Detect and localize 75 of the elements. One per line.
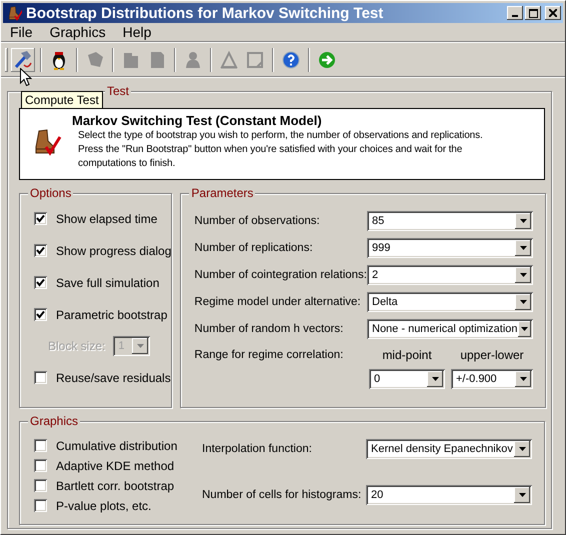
checkbox-label: Reuse/save residuals (56, 370, 171, 384)
field-label: Number of cointegration relations: (194, 269, 367, 281)
field-label: Number of cells for histograms: (202, 489, 362, 501)
field-caption: mid-point (382, 348, 432, 362)
checkbox[interactable] (34, 371, 47, 384)
checkbox-label: Cumulative distribution (56, 438, 178, 452)
checkbox-label: Bartlett corr. bootstrap (56, 478, 174, 492)
triangle-icon (218, 49, 240, 71)
checkbox[interactable] (34, 479, 47, 492)
dropdown[interactable]: +/-0.900 (451, 369, 533, 389)
group-title: Graphics (28, 414, 80, 428)
dropdown-arrow-icon (520, 246, 526, 250)
dropdown-arrow-icon (432, 377, 438, 381)
page-icon (244, 49, 266, 71)
dropdown-arrow-icon (520, 219, 526, 223)
maximize-icon (528, 8, 538, 18)
close-button[interactable] (545, 6, 561, 20)
dropdown-arrow-icon (520, 273, 526, 277)
dropdown[interactable]: Delta (367, 292, 533, 312)
dropdown-arrow-icon (520, 300, 526, 304)
help-icon (280, 49, 302, 71)
hammer-icon (12, 49, 34, 71)
checkbox[interactable] (34, 308, 47, 321)
menu-item[interactable]: File (4, 24, 42, 40)
menu-item[interactable]: Graphics (42, 24, 115, 40)
checkbox-label: Adaptive KDE method (56, 458, 174, 472)
field-label: Interpolation function: (202, 443, 312, 455)
field-label: Regime model under alternative: (194, 296, 361, 308)
field-label: Number of random h vectors: (194, 323, 344, 335)
checkbox[interactable] (34, 499, 47, 512)
checkbox-label: Save full simulation (56, 276, 160, 290)
field-label: Range for regime correlation: (194, 348, 344, 363)
dropdown[interactable]: 20 (366, 485, 532, 505)
check-icon (36, 278, 45, 287)
dropdown-arrow-icon (518, 493, 526, 497)
dropdown-arrow-icon (520, 377, 526, 381)
window-title: Bootstrap Distributions for Markov Switching Test (26, 4, 384, 22)
header-title: Markov Switching Test (Constant Model) (72, 113, 323, 129)
dropdown[interactable]: None - numerical optimization (367, 319, 533, 339)
dropdown[interactable]: 999 (367, 238, 533, 258)
boot-icon (6, 5, 22, 21)
field-caption: upper-lower (460, 348, 524, 362)
field-label: Number of replications: (194, 242, 313, 254)
toolbar-button[interactable] (11, 48, 35, 72)
checkbox[interactable] (34, 276, 47, 289)
checkbox[interactable] (34, 439, 47, 452)
dropdown[interactable]: 85 (367, 211, 533, 231)
description: Select the type of bootstrap you wish to perform, the number of observations and replications. Press the "Run Bootstrap" button when you're satisfied with your choices and wait for the computations to finish. (77, 129, 483, 171)
minimize-button[interactable] (507, 6, 523, 20)
group-title: Options (28, 186, 74, 200)
field-label: Number of observations: (194, 215, 320, 227)
checkbox[interactable] (34, 212, 47, 225)
maximize-button[interactable] (525, 6, 541, 20)
check-icon (36, 246, 45, 255)
check-icon (36, 310, 45, 319)
dropdown-arrow-icon (520, 327, 528, 331)
tooltip: Compute Test (21, 91, 103, 109)
checkbox[interactable] (34, 244, 47, 257)
group-title: Test (105, 84, 132, 98)
dropdown[interactable]: Kernel density Epanechnikov (366, 439, 532, 459)
checkbox-label: P-value plots, etc. (56, 498, 152, 512)
check-icon (36, 214, 45, 223)
cursor-icon (20, 68, 32, 87)
toolbar-grip (5, 48, 8, 72)
checkbox-label: Parametric bootstrap (56, 308, 168, 322)
checkbox-label: Show progress dialog (56, 244, 172, 258)
menu-item[interactable]: Help (114, 24, 160, 40)
close-icon (549, 9, 557, 17)
dropdown[interactable]: 0 (369, 369, 445, 389)
dropdown[interactable]: 2 (367, 265, 533, 285)
checkbox-label: Show elapsed time (56, 212, 158, 226)
dropdown-arrow-icon (518, 447, 526, 451)
group-title: Parameters (189, 186, 256, 200)
checkbox[interactable] (34, 459, 47, 472)
dropdown-arrow-icon (136, 344, 144, 348)
